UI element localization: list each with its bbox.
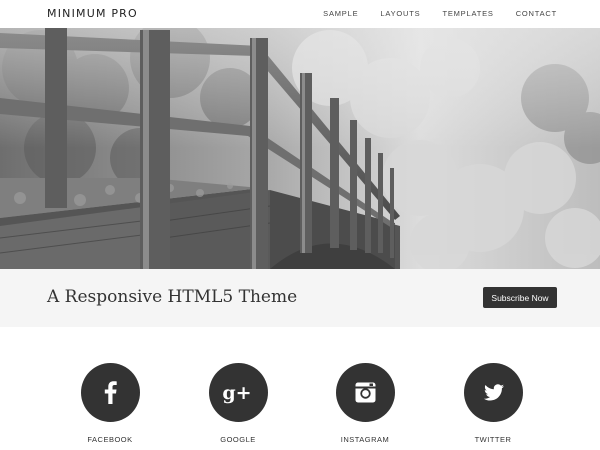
instagram-button[interactable] — [335, 363, 395, 422]
social-label-instagram: INSTAGRAM — [340, 435, 390, 444]
social-item-facebook: FACEBOOK — [70, 363, 150, 444]
twitter-button[interactable] — [463, 363, 523, 422]
social-item-instagram: INSTAGRAM — [325, 363, 405, 444]
primary-nav: SAMPLE LAYOUTS TEMPLATES CONTACT — [323, 9, 557, 18]
svg-text:g+: g+ — [222, 382, 251, 404]
social-item-twitter: TWITTER — [453, 363, 533, 444]
subscribe-now-button[interactable]: Subscribe Now — [483, 287, 557, 308]
google-plus-button[interactable]: g+ — [208, 363, 268, 422]
hero-bridge-photo — [0, 28, 600, 269]
twitter-icon — [483, 384, 504, 401]
site-tagline: A Responsive HTML5 Theme — [47, 287, 298, 307]
facebook-icon — [104, 381, 117, 404]
nav-item-sample[interactable]: SAMPLE — [323, 9, 358, 18]
facebook-button[interactable] — [80, 363, 140, 422]
site-title[interactable]: MINIMUM PRO — [47, 7, 138, 20]
nav-item-layouts[interactable]: LAYOUTS — [380, 9, 420, 18]
site-header: MINIMUM PRO SAMPLE LAYOUTS TEMPLATES CON… — [0, 0, 600, 28]
social-label-google: GOOGLE — [220, 435, 256, 444]
instagram-icon — [355, 382, 375, 403]
social-item-google: g+ GOOGLE — [198, 363, 278, 444]
social-links: FACEBOOK g+ GOOGLE INSTAGRAM TWITTER — [0, 327, 600, 450]
social-label-facebook: FACEBOOK — [87, 435, 133, 444]
google-plus-icon: g+ — [222, 382, 251, 404]
hero-image — [0, 28, 600, 269]
nav-item-templates[interactable]: TEMPLATES — [442, 9, 493, 18]
social-label-twitter: TWITTER — [474, 435, 512, 444]
nav-item-contact[interactable]: CONTACT — [516, 9, 557, 18]
